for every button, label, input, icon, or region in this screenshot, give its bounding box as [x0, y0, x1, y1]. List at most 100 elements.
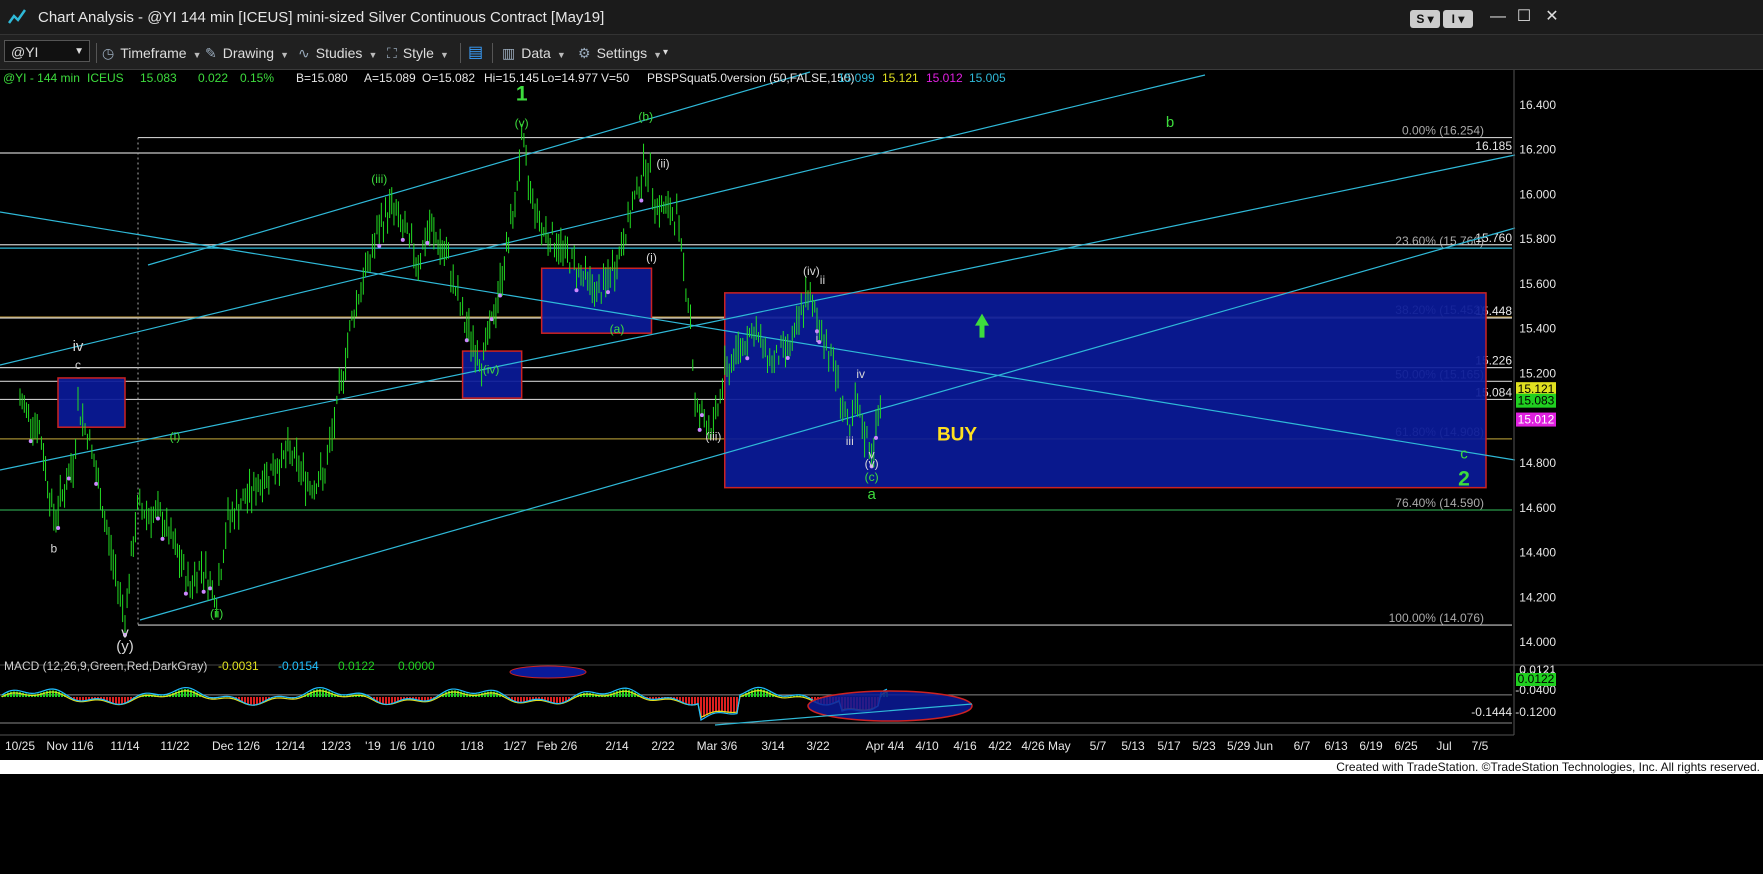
- symbol-info-field: 15.012: [926, 71, 963, 85]
- settings-menu[interactable]: ⚙ Settings ▼: [578, 42, 662, 64]
- drawing-menu[interactable]: ✎ Drawing ▼: [205, 42, 289, 64]
- price-tick-label: 15.800: [1519, 232, 1556, 246]
- pivot-dot: [377, 243, 382, 248]
- pivot-dot: [873, 435, 878, 440]
- price-tick-label: 15.400: [1519, 322, 1556, 336]
- time-tick-label: 3/14: [761, 739, 785, 753]
- symbol-info-field: 0.022: [198, 71, 228, 85]
- time-tick-label: Apr 4/4: [866, 739, 905, 753]
- symbol-info-field: O=15.082: [422, 71, 475, 85]
- pivot-dot: [785, 355, 790, 360]
- pivot-dot: [697, 427, 702, 432]
- toolbar-overflow-icon[interactable]: ▾: [663, 42, 668, 64]
- style-menu[interactable]: ⛶ Style ▼: [387, 42, 449, 64]
- macd-value: -0.0031: [218, 659, 259, 673]
- time-tick-label: 5/23: [1192, 739, 1216, 753]
- chevron-down-icon: ▼: [556, 50, 566, 60]
- price-tick-label: 14.600: [1519, 501, 1556, 515]
- level-label: 76.40% (14.590): [1395, 496, 1484, 510]
- s-link-button[interactable]: S ▾: [1410, 10, 1440, 28]
- wave-label: (v): [515, 116, 529, 130]
- footer-credit: Created with TradeStation. ©TradeStation…: [1336, 760, 1760, 774]
- toolbar-divider: [96, 43, 97, 63]
- pivot-dot: [155, 516, 160, 521]
- pivot-dot: [574, 288, 579, 293]
- support-box: [57, 377, 126, 428]
- level-label: 100.00% (14.076): [1389, 611, 1484, 625]
- wave-label: i: [816, 331, 819, 345]
- time-tick-label: 11/22: [160, 739, 189, 753]
- wave-label: iii: [846, 434, 854, 448]
- wave-label: (ii): [210, 606, 223, 620]
- data-label: Data: [521, 45, 551, 61]
- chevron-down-icon: ▼: [368, 50, 378, 60]
- macd-value: -0.0154: [278, 659, 319, 673]
- wave-label: (c): [865, 470, 879, 484]
- chevron-down-icon: ▼: [280, 50, 290, 60]
- pivot-dot: [464, 338, 469, 343]
- time-tick-label: Mar 3/6: [697, 739, 738, 753]
- layout-icon[interactable]: ▤: [468, 42, 483, 64]
- toolbar-divider: [460, 43, 461, 63]
- pivot-dot: [201, 589, 206, 594]
- studies-menu[interactable]: ∿ Studies ▼: [298, 42, 377, 64]
- time-tick-label: 2/22: [651, 739, 675, 753]
- window-title: Chart Analysis - @YI 144 min [ICEUS] min…: [38, 9, 605, 26]
- pivot-dot: [425, 240, 430, 245]
- i-link-label: I: [1451, 12, 1455, 26]
- symbol-info-field: @YI - 144 min: [3, 71, 80, 85]
- wave-label: (v): [865, 456, 879, 470]
- wave-label: c: [1460, 446, 1468, 463]
- pivot-dot: [28, 439, 33, 444]
- pivot-dot: [498, 293, 503, 298]
- time-tick-label: 3/22: [806, 739, 830, 753]
- pivot-dot: [745, 356, 750, 361]
- style-icon: ⛶: [387, 45, 397, 61]
- time-tick-label: Dec 12/6: [212, 739, 260, 753]
- symbol-selector[interactable]: @YI ▼: [4, 40, 90, 62]
- pivot-dot: [639, 198, 644, 203]
- maximize-icon[interactable]: ☐: [1512, 6, 1536, 28]
- pivot-dot: [699, 413, 704, 418]
- price-chart[interactable]: 0.00% (16.254)16.18523.60% (15.760)15.76…: [0, 70, 1763, 874]
- price-tick-label: 15.600: [1519, 277, 1556, 291]
- price-tag-label: 15.012: [1518, 413, 1555, 427]
- wave-label: (iv): [803, 264, 820, 278]
- data-menu[interactable]: ▥ Data ▼: [502, 42, 566, 64]
- wave-label: (b): [638, 110, 653, 124]
- wave-label: b: [50, 542, 57, 556]
- pivot-dot: [606, 290, 610, 295]
- price-tick-label: 14.400: [1519, 546, 1556, 560]
- pivot-dot: [160, 536, 165, 541]
- price-tick-label: 16.000: [1519, 187, 1556, 201]
- price-tick-label: 14.800: [1519, 456, 1556, 470]
- support-box: [724, 292, 1487, 489]
- close-icon[interactable]: ✕: [1540, 6, 1564, 28]
- chart-toolbar: @YI ▼ ◷ Timeframe ▼ ✎ Drawing ▼ ∿ Studies ▼ ⛶ S…: [0, 35, 1763, 70]
- time-tick-label: 12/23: [321, 739, 351, 753]
- i-link-button[interactable]: I ▾: [1443, 10, 1473, 28]
- time-tick-label: 12/14: [275, 739, 305, 753]
- wave-label: iv: [856, 367, 865, 381]
- time-tick-label: 4/26 May: [1021, 739, 1070, 753]
- bar-chart-icon: ▥: [502, 45, 516, 61]
- minimize-icon[interactable]: —: [1486, 6, 1510, 28]
- time-tick-label: Feb 2/6: [537, 739, 578, 753]
- time-tick-label: '19: [365, 739, 381, 753]
- symbol-info-field: PBSPSquat5.0version (50,FALSE,150): [647, 71, 854, 85]
- time-tick-label: 5/29 Jun: [1227, 739, 1273, 753]
- pivot-dot: [489, 317, 494, 322]
- symbol-info-field: 15.099: [838, 71, 875, 85]
- level-label: 16.185: [1475, 139, 1512, 153]
- macd-label: MACD (12,26,9,Green,Red,DarkGray): [4, 659, 207, 673]
- pivot-dot: [208, 586, 213, 591]
- macd-axis-label: -0.1200: [1515, 705, 1556, 719]
- wave-label: (iv): [483, 362, 500, 376]
- time-tick-label: Jul: [1436, 739, 1451, 753]
- timeframe-menu[interactable]: ◷ Timeframe ▼: [102, 42, 202, 64]
- title-bar: Chart Analysis - @YI 144 min [ICEUS] min…: [0, 0, 1763, 35]
- wave-label: (iii): [705, 430, 721, 444]
- chevron-down-icon: ▼: [192, 50, 202, 60]
- pivot-dot: [56, 525, 61, 530]
- pivot-dot: [94, 481, 99, 486]
